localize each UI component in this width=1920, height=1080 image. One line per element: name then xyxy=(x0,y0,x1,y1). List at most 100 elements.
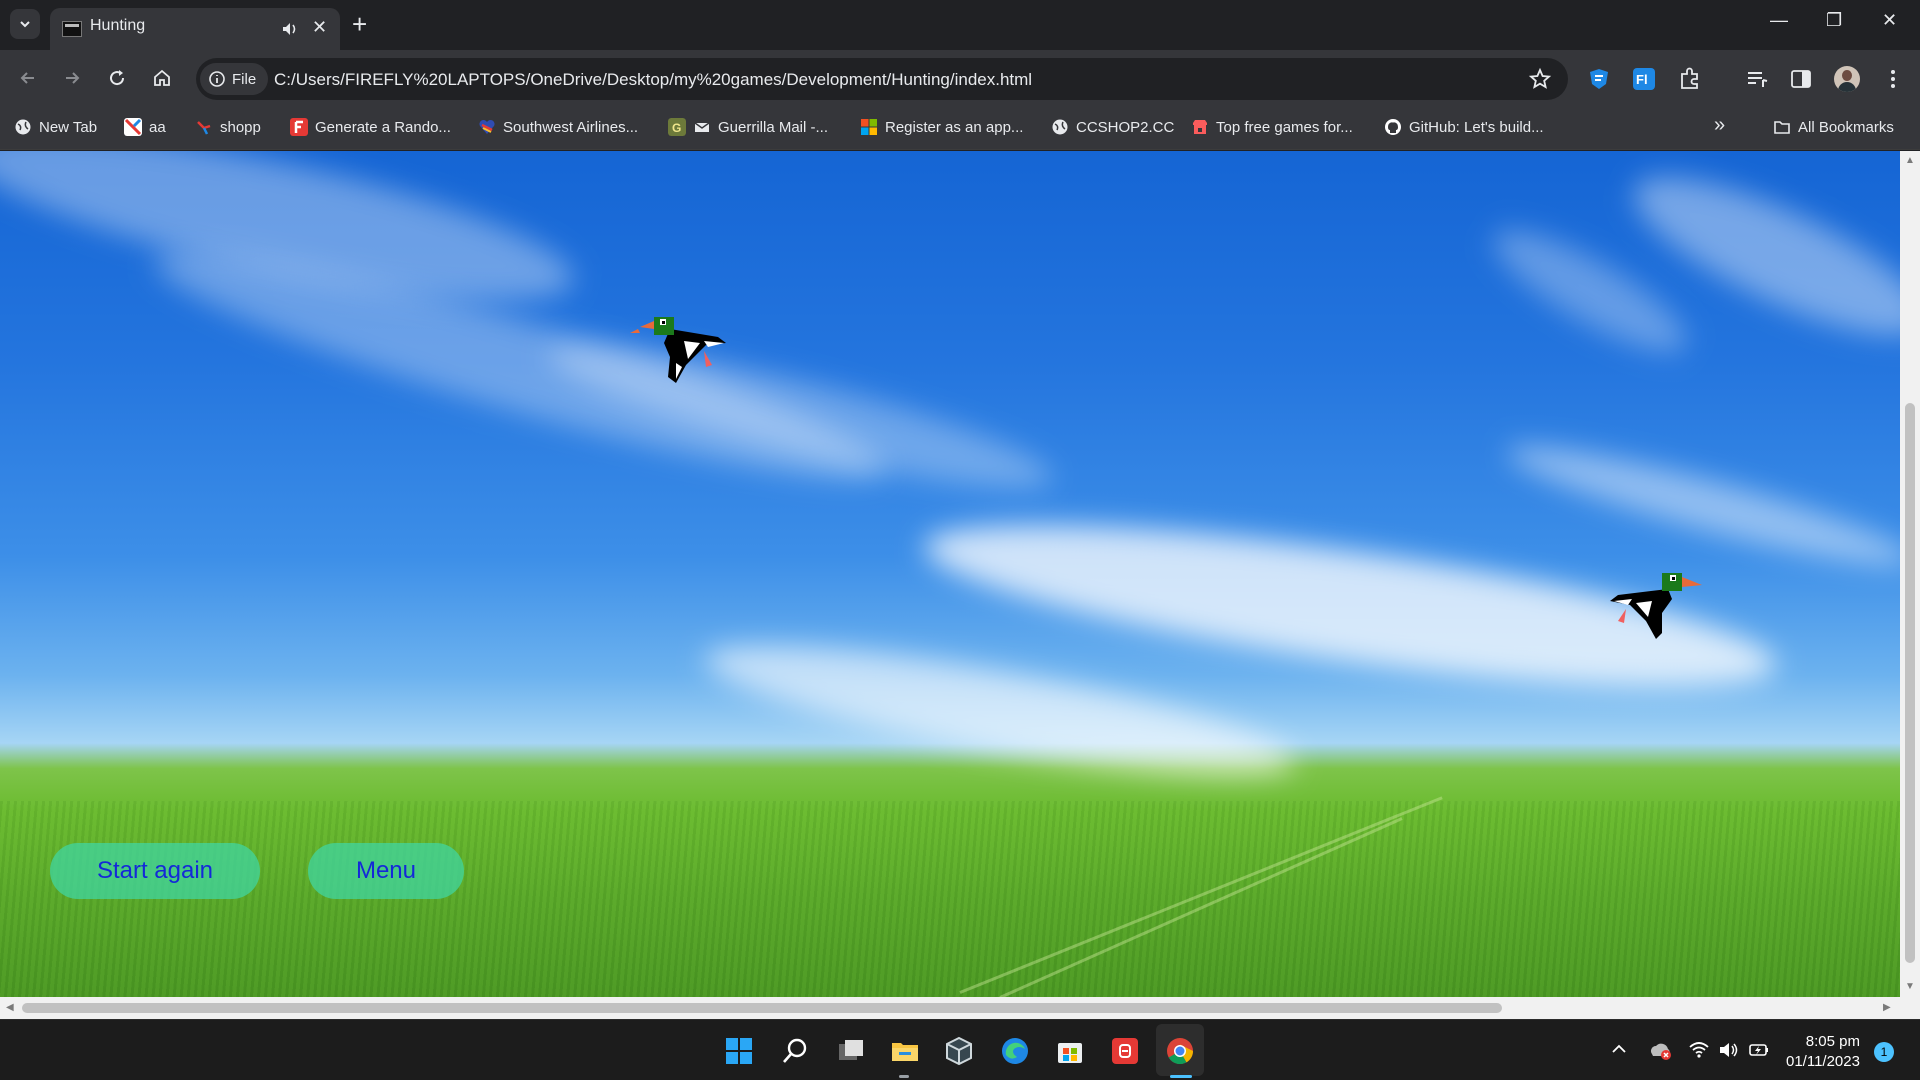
horizontal-scroll-thumb[interactable] xyxy=(22,1003,1502,1013)
scroll-right-icon[interactable]: ▶ xyxy=(1883,1002,1891,1013)
close-tab-icon[interactable]: ✕ xyxy=(312,17,327,38)
bookmark-label: shopp xyxy=(220,118,261,136)
bookmark-new-tab[interactable]: New Tab xyxy=(14,118,97,136)
edge-icon[interactable] xyxy=(999,1035,1031,1067)
clock[interactable]: 8:05 pm 01/11/2023 xyxy=(1786,1032,1860,1072)
bookmark-register-app[interactable]: Register as an app... xyxy=(860,118,1023,136)
bookmark-guerrilla-mail[interactable]: G Guerrilla Mail -... xyxy=(668,118,828,136)
scroll-up-icon[interactable]: ▲ xyxy=(1905,155,1915,166)
bookmark-label: CCSHOP2.CC xyxy=(1076,118,1175,136)
bookmark-shopp[interactable]: shopp xyxy=(195,118,261,136)
grass-texture xyxy=(0,801,1900,997)
folder-icon xyxy=(1774,121,1790,134)
windows-taskbar: 8:05 pm 01/11/2023 1 xyxy=(0,1019,1920,1080)
store-icon[interactable] xyxy=(1054,1035,1086,1067)
side-panel-icon[interactable] xyxy=(1788,66,1814,92)
bookmark-label: Register as an app... xyxy=(885,118,1024,136)
duck-left[interactable] xyxy=(626,307,732,385)
shield-extension-icon[interactable] xyxy=(1586,66,1612,92)
globe-icon xyxy=(15,119,31,135)
vertical-scroll-thumb[interactable] xyxy=(1905,403,1915,963)
back-arrow-icon xyxy=(20,72,34,84)
url-text[interactable]: C:/Users/FIREFLY%20LAPTOPS/OneDrive/Desk… xyxy=(274,70,1032,90)
battery-charging-icon[interactable] xyxy=(1748,1039,1770,1061)
restore-icon[interactable]: ❐ xyxy=(1826,10,1842,31)
task-view-icon[interactable] xyxy=(835,1035,867,1067)
bookmark-label: New Tab xyxy=(39,118,98,136)
bookmark-label: GitHub: Let's build... xyxy=(1409,118,1544,136)
svg-text:Fl: Fl xyxy=(1636,72,1648,87)
bookmark-ccshop2[interactable]: CCSHOP2.CC xyxy=(1051,118,1174,136)
ft-extension-icon[interactable]: Fl xyxy=(1631,66,1657,92)
minimize-icon[interactable]: — xyxy=(1770,10,1788,31)
active-indicator xyxy=(1170,1075,1192,1078)
app-red-icon[interactable] xyxy=(1109,1035,1141,1067)
duck-right[interactable] xyxy=(1606,563,1710,641)
clock-time: 8:05 pm xyxy=(1805,1033,1860,1050)
bookmark-star-icon[interactable] xyxy=(1528,67,1552,91)
puzzle-extensions-icon[interactable] xyxy=(1677,66,1703,92)
game-canvas[interactable]: Start again Menu xyxy=(0,151,1900,997)
address-bar[interactable]: File C:/Users/FIREFLY%20LAPTOPS/OneDrive… xyxy=(196,58,1568,100)
start-again-button[interactable]: Start again xyxy=(50,843,260,899)
forward-arrow-icon xyxy=(66,72,80,84)
bookmark-label: Guerrilla Mail -... xyxy=(718,118,829,136)
bookmark-label: Generate a Rando... xyxy=(315,118,451,136)
new-tab-button[interactable]: + xyxy=(352,9,367,39)
tab-title: Hunting xyxy=(90,17,146,34)
forward-button[interactable] xyxy=(58,64,86,92)
file-explorer-icon[interactable] xyxy=(889,1035,921,1067)
bookmark-aa[interactable]: aa xyxy=(124,118,166,136)
wifi-icon[interactable] xyxy=(1688,1039,1710,1061)
heart-favicon xyxy=(479,119,495,134)
notification-badge[interactable]: 1 xyxy=(1874,1042,1894,1062)
site-info-label: File xyxy=(232,70,257,88)
all-bookmarks-button[interactable]: All Bookmarks xyxy=(1773,118,1894,136)
home-button[interactable] xyxy=(148,64,176,92)
chrome-icon[interactable] xyxy=(1164,1035,1196,1067)
virtualbox-icon[interactable] xyxy=(943,1035,975,1067)
reload-button[interactable] xyxy=(103,64,131,92)
speaker-icon[interactable] xyxy=(280,19,300,39)
chevron-down-icon xyxy=(20,21,30,28)
back-button[interactable] xyxy=(14,64,42,92)
profile-avatar[interactable] xyxy=(1834,66,1860,92)
itch-favicon xyxy=(1193,120,1207,134)
close-window-icon[interactable]: ✕ xyxy=(1882,10,1897,31)
globe-icon xyxy=(1052,119,1068,135)
home-icon xyxy=(154,69,170,86)
cloud xyxy=(1500,427,1900,585)
bookmark-generate-random[interactable]: Generate a Rando... xyxy=(290,118,451,136)
guerrilla-favicon: G xyxy=(668,118,686,136)
bookmarks-bar: New Tab aa shopp Generate a Rando... Sou… xyxy=(0,108,1920,150)
site-info-chip[interactable]: File xyxy=(200,63,269,95)
tab-hunting[interactable]: Hunting ✕ xyxy=(50,8,340,50)
info-icon xyxy=(209,71,225,87)
menu-button[interactable]: Menu xyxy=(308,843,464,899)
search-icon[interactable] xyxy=(779,1035,811,1067)
svg-text:G: G xyxy=(672,121,681,135)
reload-icon xyxy=(110,70,125,86)
tab-strip: Hunting ✕ + — ❐ ✕ xyxy=(0,0,1920,50)
bookmark-itch-games[interactable]: Top free games for... xyxy=(1191,118,1353,136)
shopp-favicon xyxy=(197,121,211,135)
tab-search-button[interactable] xyxy=(10,9,40,39)
bookmark-github[interactable]: GitHub: Let's build... xyxy=(1384,118,1544,136)
kebab-menu-icon[interactable] xyxy=(1880,66,1906,92)
cloud xyxy=(697,619,1303,803)
bookmark-southwest[interactable]: Southwest Airlines... xyxy=(478,118,638,136)
scroll-down-icon[interactable]: ▼ xyxy=(1905,981,1915,992)
more-bookmarks-button[interactable]: » xyxy=(1714,114,1725,137)
start-icon[interactable] xyxy=(723,1035,755,1067)
aa-favicon xyxy=(124,118,142,136)
onedrive-error-icon[interactable] xyxy=(1648,1039,1672,1061)
horizontal-scrollbar[interactable]: ◀ ▶ xyxy=(0,997,1920,1019)
tab-favicon xyxy=(62,21,82,37)
chevron-up-icon[interactable] xyxy=(1610,1040,1628,1058)
scroll-left-icon[interactable]: ◀ xyxy=(6,1002,14,1013)
media-controls-icon[interactable] xyxy=(1744,66,1770,92)
bookmark-label: Top free games for... xyxy=(1216,118,1353,136)
volume-icon[interactable] xyxy=(1718,1039,1740,1061)
vertical-scrollbar[interactable]: ▲ ▼ xyxy=(1900,151,1920,997)
github-favicon xyxy=(1385,119,1401,135)
